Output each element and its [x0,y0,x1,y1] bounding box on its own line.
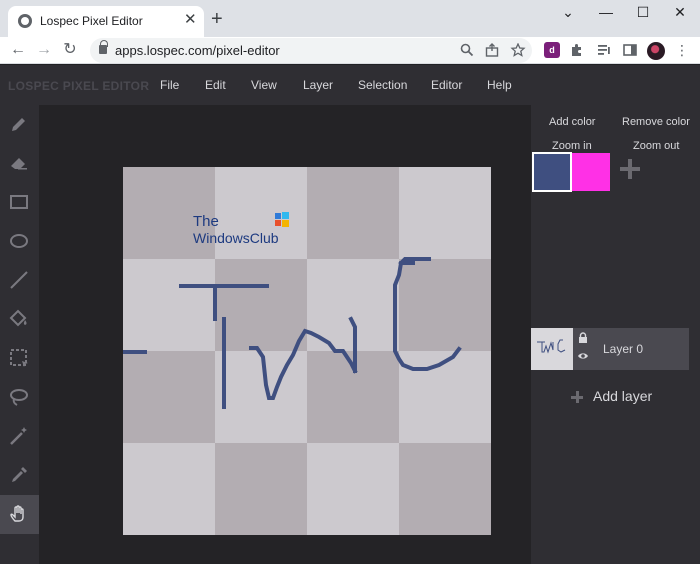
address-bar[interactable]: apps.lospec.com/pixel-editor [90,38,532,63]
watermark-line2: WindowsClub [193,230,279,246]
ellipse-icon [10,234,28,248]
app-menubar: LOSPEC PIXEL EDITOR File Edit View Layer… [0,65,700,105]
checker-tile [307,167,399,259]
magic-wand-tool[interactable] [0,417,39,456]
layer-thumbnail [531,328,573,370]
eyedropper-icon [12,467,27,482]
menu-layer[interactable]: Layer [303,78,333,92]
tool-sidebar [0,105,39,564]
paint-bucket-icon [9,309,27,327]
forward-button[interactable]: → [34,40,54,60]
layer-item[interactable]: Layer 0 [531,328,689,370]
media-queue-icon[interactable] [596,42,612,58]
browser-menu-icon[interactable]: ⋮ [672,40,692,60]
zoom-out-button[interactable]: Zoom out [633,140,679,152]
browser-tab[interactable]: Lospec Pixel Editor ✕ [8,6,204,37]
pan-tool[interactable] [0,495,39,534]
sidepanel-icon[interactable] [622,42,638,58]
magic-wand-icon [10,427,27,445]
pixel-canvas[interactable]: The WindowsClub [123,167,491,535]
zoom-search-icon[interactable] [459,43,475,57]
menu-view[interactable]: View [251,78,277,92]
back-button[interactable]: ← [8,40,28,60]
menu-help[interactable]: Help [487,78,512,92]
checker-tile [399,259,491,351]
menu-file[interactable]: File [160,78,179,92]
checker-tile [215,351,307,443]
browser-tabstrip: Lospec Pixel Editor ✕ + ⌄ — ☐ ✕ [0,0,700,37]
lock-icon[interactable] [577,332,589,344]
checker-tile [215,443,307,535]
layer-name[interactable]: Layer 0 [603,342,643,356]
lasso-select-tool[interactable] [0,378,39,417]
ellipse-tool[interactable] [0,222,39,261]
minimize-button[interactable]: — [596,4,616,20]
url-text[interactable]: apps.lospec.com/pixel-editor [115,43,280,58]
add-color-plus-icon[interactable] [620,159,640,179]
watermark-line1: The [193,213,219,230]
fill-tool[interactable] [0,300,39,339]
lasso-icon [10,389,28,406]
checker-tile [307,443,399,535]
line-tool[interactable] [0,261,39,300]
hand-icon [10,505,24,522]
checker-tile [123,443,215,535]
tab-search-icon[interactable]: ⌄ [558,4,578,21]
profile-avatar[interactable] [647,42,665,60]
add-color-button[interactable]: Add color [549,116,595,128]
eyedropper-tool[interactable] [0,456,39,495]
lospec-extension-icon[interactable]: d [544,42,560,58]
eye-icon[interactable] [577,350,589,362]
globe-icon [18,14,32,28]
zoom-in-button[interactable]: Zoom in [552,140,592,152]
pencil-icon [12,118,25,131]
rectangle-icon [10,195,28,209]
share-icon[interactable] [484,43,500,57]
checker-tile [215,259,307,351]
pencil-tool[interactable] [0,105,39,144]
reload-button[interactable]: ↻ [60,40,80,60]
add-layer-plus-icon[interactable] [571,391,583,403]
tab-title: Lospec Pixel Editor [40,14,143,28]
palette-swatch[interactable] [572,153,610,191]
lospec-app: LOSPEC PIXEL EDITOR File Edit View Layer… [0,65,700,564]
add-layer-button[interactable]: Add layer [593,388,652,404]
menu-editor[interactable]: Editor [431,78,462,92]
maximize-button[interactable]: ☐ [633,4,653,21]
canvas-workspace[interactable]: The WindowsClub [39,105,531,564]
checker-tile [123,259,215,351]
checker-tile [123,351,215,443]
menu-selection[interactable]: Selection [358,78,407,92]
rectangle-select-tool[interactable] [0,339,39,378]
bookmark-star-icon[interactable] [510,43,526,57]
right-panel: Add color Remove color Zoom in Zoom out … [531,105,700,564]
tab-close-icon[interactable]: ✕ [184,12,197,28]
rectangle-select-icon [10,349,28,367]
app-brand: LOSPEC PIXEL EDITOR [8,79,150,93]
checker-tile [399,443,491,535]
puzzle-icon[interactable] [569,42,585,58]
canvas-checkerboard [123,167,491,535]
close-window-button[interactable]: ✕ [670,4,690,21]
checker-tile [399,351,491,443]
lock-icon[interactable] [99,40,108,54]
line-icon [10,271,28,289]
eraser-icon [11,158,27,170]
menu-edit[interactable]: Edit [205,78,226,92]
browser-toolbar: ← → ↻ apps.lospec.com/pixel-editor d ⋮ [0,37,700,64]
new-tab-button[interactable]: + [211,9,223,29]
eraser-tool[interactable] [0,144,39,183]
checker-tile [399,167,491,259]
remove-color-button[interactable]: Remove color [622,116,690,128]
rectangle-tool[interactable] [0,183,39,222]
palette-swatch[interactable] [532,152,572,192]
